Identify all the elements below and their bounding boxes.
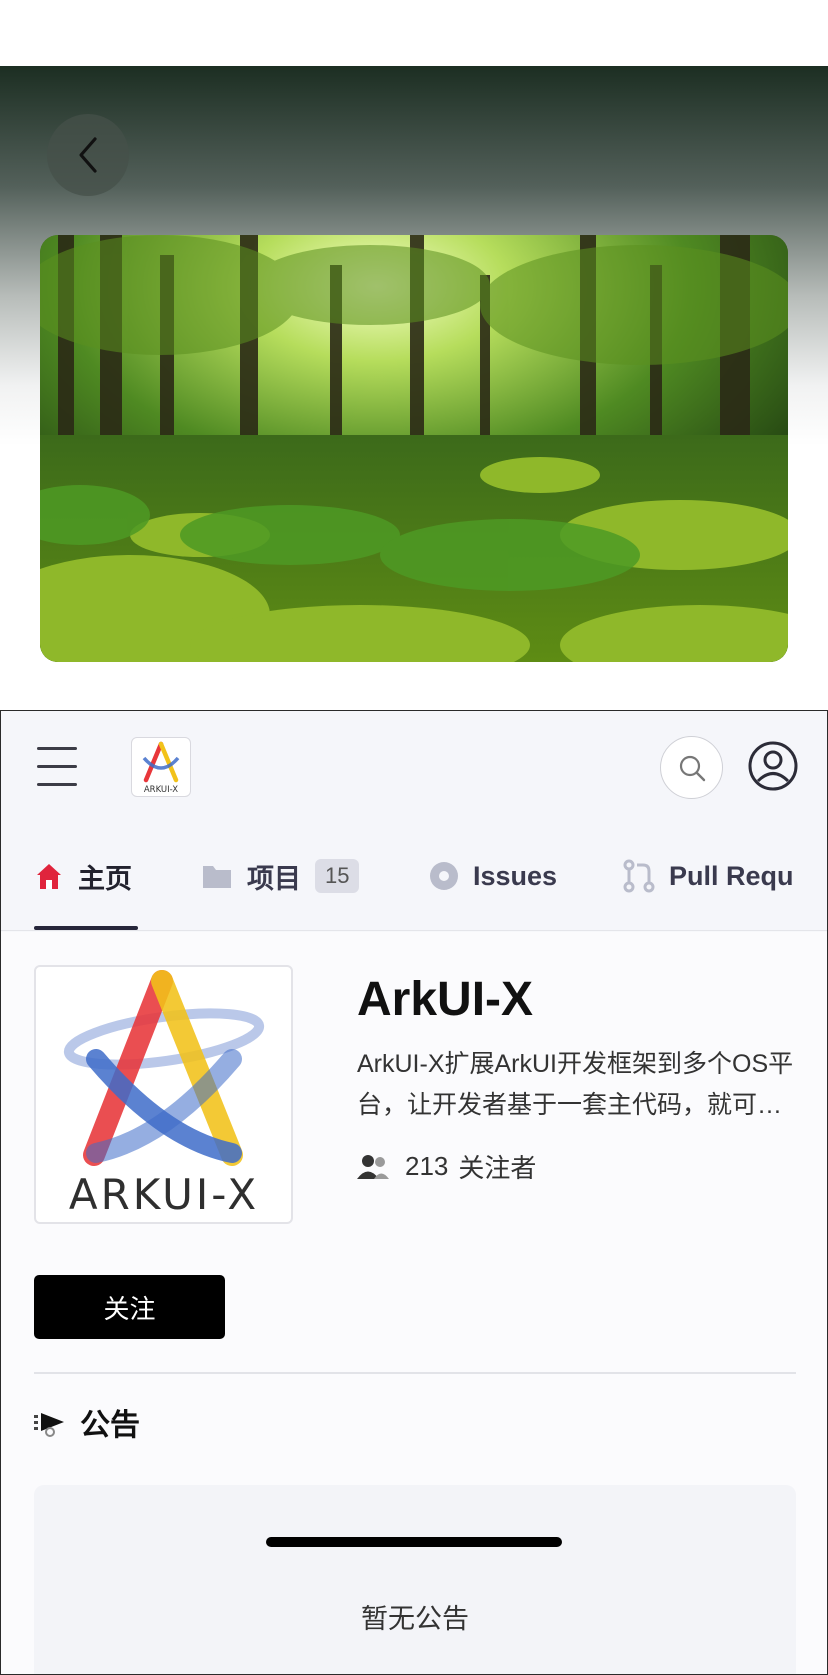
tab-projects-label: 项目 bbox=[247, 863, 301, 894]
home-indicator[interactable] bbox=[266, 1537, 562, 1547]
user-circle-icon bbox=[748, 741, 798, 791]
tab-pull-requests-label: Pull Requ bbox=[669, 860, 794, 891]
announcement-empty-text: 暂无公告 bbox=[361, 1604, 469, 1634]
section-divider bbox=[34, 1372, 796, 1374]
folder-icon bbox=[203, 866, 231, 888]
tab-home-label: 主页 bbox=[78, 863, 132, 894]
projects-count-badge: 15 bbox=[315, 859, 360, 893]
top-bar: ARKUI-X bbox=[1, 711, 827, 821]
search-button[interactable] bbox=[660, 736, 723, 799]
followers-label: 关注者 bbox=[458, 1153, 537, 1183]
followers-info[interactable]: 213 关注者 bbox=[357, 1148, 536, 1185]
search-icon bbox=[679, 755, 705, 781]
repo-logo: ARKUI-X bbox=[34, 965, 293, 1224]
announcement-header: 公告 bbox=[34, 1400, 140, 1444]
tab-home[interactable]: 主页 bbox=[34, 821, 132, 931]
announcement-box: 暂无公告 bbox=[34, 1485, 796, 1674]
repo-panel: ARKUI-X 主页 项目 15 Issues Pull Requ ARKUI-… bbox=[0, 710, 828, 1675]
followers-count: 213 bbox=[405, 1151, 449, 1181]
hamburger-menu-icon[interactable] bbox=[37, 747, 77, 787]
mini-logo-text: ARKUI-X bbox=[144, 785, 178, 795]
follow-button[interactable]: 关注 bbox=[34, 1275, 225, 1339]
repo-title: ArkUI-X bbox=[357, 973, 534, 1026]
repo-logo-text: ARKUI-X bbox=[69, 1170, 259, 1219]
repo-description: ArkUI-X扩展ArkUI开发框架到多个OS平台，让开发者基于一套主代码，就可… bbox=[357, 1050, 794, 1119]
mini-logo[interactable]: ARKUI-X bbox=[131, 737, 191, 797]
tab-issues[interactable]: Issues bbox=[429, 821, 557, 931]
tab-bar: 主页 项目 15 Issues Pull Requ bbox=[1, 821, 827, 931]
home-icon bbox=[37, 864, 61, 889]
announcement-title: 公告 bbox=[80, 1409, 140, 1442]
followers-icon bbox=[357, 1154, 389, 1179]
chevron-left-icon bbox=[79, 137, 97, 173]
pull-request-icon bbox=[623, 859, 655, 893]
back-button[interactable] bbox=[47, 114, 129, 196]
megaphone-icon bbox=[34, 1413, 64, 1437]
active-tab-indicator bbox=[34, 926, 138, 930]
tab-issues-label: Issues bbox=[473, 860, 558, 891]
banner-image bbox=[40, 235, 788, 662]
repo-content: ARKUI-X ArkUI-X ArkUI-X扩展ArkUI开发框架到多个OS平… bbox=[1, 932, 827, 1674]
issue-dot-icon bbox=[430, 862, 458, 890]
tab-pull-requests[interactable]: Pull Requ bbox=[623, 821, 795, 931]
user-profile-button[interactable] bbox=[747, 740, 799, 792]
tab-projects[interactable]: 项目 15 bbox=[201, 821, 360, 931]
